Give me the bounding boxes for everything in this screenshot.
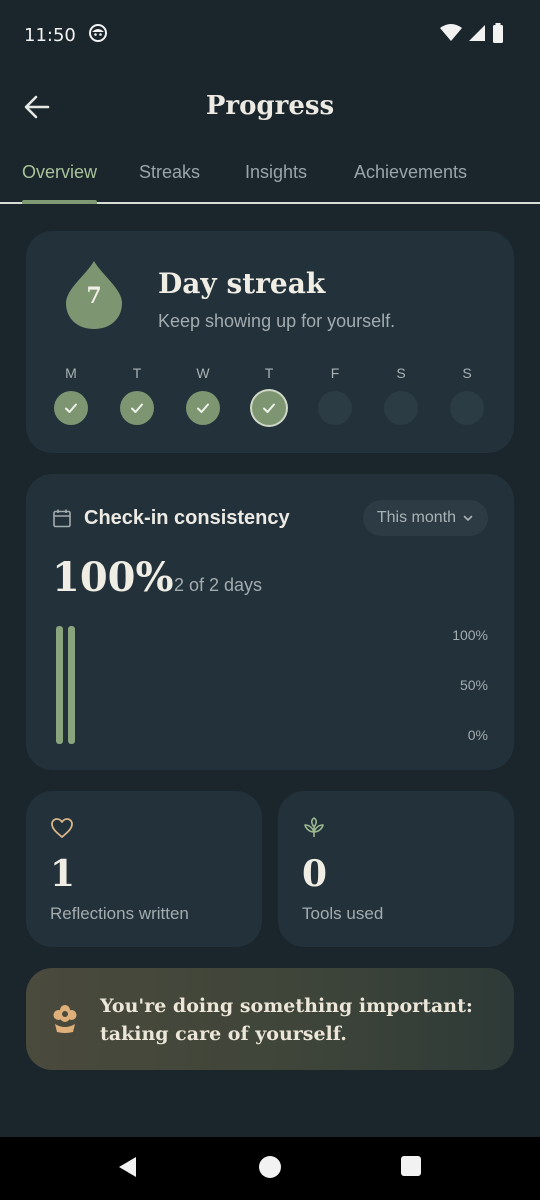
consistency-days: 2 of 2 days [174,575,263,595]
reflections-card[interactable]: 1 Reflections written [26,791,262,947]
day-letter: M [65,365,77,381]
streak-card: 7 Day streak Keep showing up for yoursel… [26,231,514,453]
consistency-chart [56,626,416,744]
page-title: Progress [205,91,335,121]
sprout-icon [304,817,324,837]
system-navigation-bar [0,1137,540,1200]
day-status [252,391,286,425]
back-button[interactable] [20,90,54,124]
day-letter: W [196,365,210,381]
day-letter: S [396,365,406,381]
check-icon [131,403,143,413]
check-icon [197,403,209,413]
check-icon [65,403,77,413]
status-bar: 11:50 [0,0,540,70]
day-wednesday: W [186,365,220,425]
encouragement-banner: You're doing something important: taking… [26,968,514,1070]
day-saturday: S [384,365,418,425]
y-label-0: 0% [467,727,488,743]
tools-card[interactable]: 0 Tools used [278,791,514,947]
streak-title: Day streak [158,267,326,300]
day-friday: F [318,365,352,425]
calendar-icon [53,509,71,528]
nav-back-icon[interactable] [116,1155,140,1179]
tools-count: 0 [302,853,328,895]
signal-icon [468,24,486,47]
check-icon [263,403,275,413]
tab-overview[interactable]: Overview [22,162,97,183]
day-status [384,391,418,425]
consistency-title: Check-in consistency [84,507,290,529]
streak-count: 7 [86,283,102,309]
tab-achievements[interactable]: Achievements [354,162,467,183]
day-letter: S [462,365,472,381]
day-status [54,391,88,425]
arrow-left-icon [24,95,50,119]
chart-bar [56,626,63,744]
day-letter: F [330,365,340,381]
day-thursday: T [252,365,286,425]
range-dropdown[interactable]: This month [362,500,488,536]
nav-recents-icon[interactable] [400,1155,422,1177]
battery-icon [492,22,504,48]
status-time: 11:50 [24,24,76,46]
streak-subtitle: Keep showing up for yourself. [158,311,396,331]
tab-streaks[interactable]: Streaks [139,162,200,183]
chart-bar [68,626,75,744]
day-status [120,391,154,425]
day-status [318,391,352,425]
reflections-label: Reflections written [50,904,189,923]
day-sunday: S [450,365,484,425]
nav-home-icon[interactable] [258,1155,282,1179]
reflections-count: 1 [50,853,76,895]
range-label: This month [376,509,456,526]
day-status [186,391,220,425]
day-status [450,391,484,425]
top-app-bar: Progress [0,70,540,142]
y-label-50: 50% [459,677,488,693]
app-notification-icon [88,23,108,48]
heart-icon [51,818,73,838]
tools-label: Tools used [302,904,384,923]
consistency-percent: 100% [52,554,174,601]
day-letter: T [264,365,274,381]
wifi-icon [440,23,462,47]
day-monday: M [54,365,88,425]
chevron-down-icon [463,515,473,522]
flower-icon [53,1005,77,1033]
active-tab-indicator [22,200,97,204]
consistency-card: Check-in consistency This month 100% 2 o… [26,474,514,770]
day-letter: T [132,365,142,381]
day-tuesday: T [120,365,154,425]
tab-bar: Overview Streaks Insights Achievements [0,150,540,204]
y-label-100: 100% [452,627,488,643]
tab-insights[interactable]: Insights [245,162,307,183]
encouragement-text: You're doing something important: taking… [100,995,473,1045]
